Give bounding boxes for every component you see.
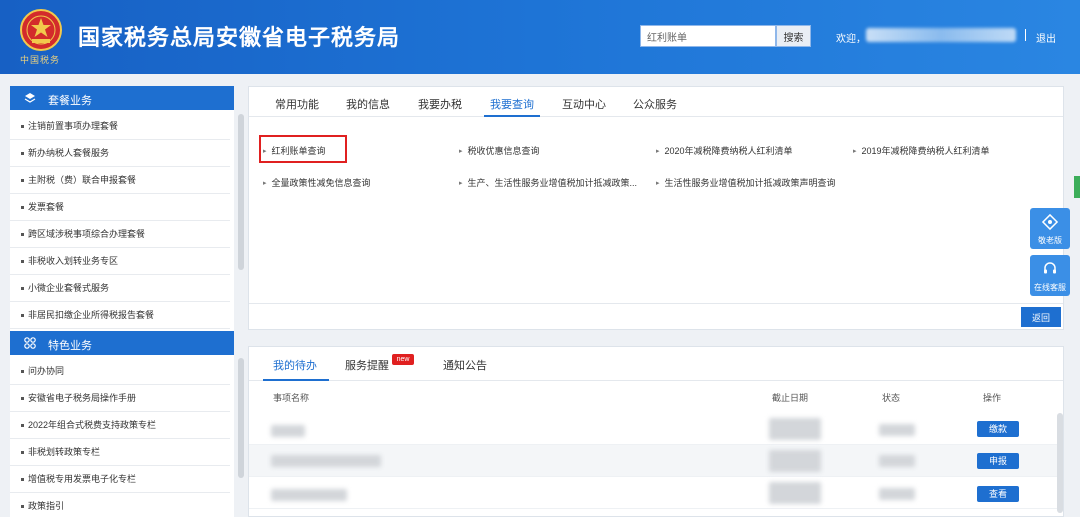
query-item-2019-dividend-list[interactable]: 2019年减税降费纳税人红利清单 (853, 144, 990, 157)
column-header-status: 状态 (882, 393, 901, 403)
sidebar-section-title: 特色业务 (48, 340, 92, 352)
sidebar-item[interactable]: 小微企业套餐式服务 (10, 275, 230, 302)
national-emblem-icon (20, 9, 62, 51)
sidebar-item[interactable]: 安徽省电子税务局操作手册 (10, 385, 230, 412)
table-row: 申报 (249, 445, 1057, 477)
view-button[interactable]: 查看 (977, 486, 1019, 502)
tab-query[interactable]: 我要查询 (490, 96, 534, 112)
query-item-vat-deduction-declaration[interactable]: 生活性服务业增值税加计抵减政策声明查询 (656, 176, 836, 189)
redacted-status (879, 455, 915, 467)
headset-icon (1044, 262, 1056, 274)
redacted-status (879, 424, 915, 436)
sidebar-item[interactable]: 注销前置事项办理套餐 (10, 113, 230, 140)
sidebar-item[interactable]: 新办纳税人套餐服务 (10, 140, 230, 167)
query-item-2020-dividend-list[interactable]: 2020年减税降费纳税人红利清单 (656, 144, 793, 157)
logout-link[interactable]: 退出 (1036, 30, 1056, 45)
column-header-name: 事项名称 (273, 393, 310, 403)
tab-my-info[interactable]: 我的信息 (346, 96, 390, 112)
redacted-status (879, 488, 915, 500)
elder-mode-icon (1042, 214, 1058, 230)
header-separator (1025, 29, 1026, 41)
pay-button[interactable]: 缴款 (977, 421, 1019, 437)
sidebar-item[interactable]: 增值税专用发票电子化专栏 (10, 466, 230, 493)
sidebar-item[interactable]: 发票套餐 (10, 194, 230, 221)
query-item-policy-exemption[interactable]: 全量政策性减免信息查询 (263, 176, 371, 189)
username-redacted (866, 28, 1016, 42)
sidebar-item[interactable]: 跨区域涉税事项综合办理套餐 (10, 221, 230, 248)
query-item-dividend-bill[interactable]: 红利账单查询 (263, 144, 326, 157)
todo-scrollbar[interactable] (1057, 413, 1063, 513)
search-button[interactable]: 搜索 (776, 25, 811, 47)
redacted-item-name (271, 455, 381, 467)
emblem-caption: 中国税务 (20, 56, 61, 66)
query-item-vat-deduction-policy[interactable]: 生产、生活性服务业增值税加计抵减政策... (459, 176, 638, 189)
sidebar-item[interactable]: 非税收入划转业务专区 (10, 248, 230, 275)
redacted-deadline (769, 450, 821, 472)
elder-mode-button[interactable]: 敬老版 (1030, 208, 1070, 249)
redacted-deadline (769, 482, 821, 504)
sidebar-item[interactable]: 主附税（费）联合申报套餐 (10, 167, 230, 194)
todo-panel: 我的待办 服务提醒 new 通知公告 事项名称 截止日期 状态 操作 缴款 申报… (248, 346, 1064, 517)
tab-my-todo[interactable]: 我的待办 (273, 357, 317, 373)
layers-icon (24, 93, 36, 103)
tab-notice[interactable]: 通知公告 (443, 357, 487, 373)
sidebar-section-feature[interactable]: 特色业务 (10, 331, 234, 355)
column-header-action: 操作 (983, 393, 1002, 403)
online-service-label: 在线客服 (1034, 283, 1066, 292)
table-row: 查看 (249, 477, 1057, 509)
panel-divider (249, 303, 1063, 304)
tab-interaction[interactable]: 互动中心 (562, 96, 606, 112)
sidebar-item[interactable]: 非居民扣缴企业所得税报告套餐 (10, 302, 230, 329)
sidebar-item[interactable]: 问办协同 (10, 358, 230, 385)
redacted-item-name (271, 489, 347, 501)
todo-tabs: 我的待办 服务提醒 new 通知公告 (249, 347, 1063, 381)
site-title: 国家税务总局安徽省电子税务局 (78, 25, 401, 50)
tab-common[interactable]: 常用功能 (275, 96, 319, 112)
elder-mode-label: 敬老版 (1038, 236, 1062, 245)
grid-icon (24, 337, 36, 349)
declare-button[interactable]: 申报 (977, 453, 1019, 469)
site-header: 中国税务 国家税务总局安徽省电子税务局 搜索 欢迎， 退出 (0, 0, 1080, 74)
sidebar-item[interactable]: 非税划转政策专栏 (10, 439, 230, 466)
query-item-tax-preference[interactable]: 税收优惠信息查询 (459, 144, 540, 157)
active-tab-indicator (263, 379, 329, 381)
tab-service-reminder[interactable]: 服务提醒 (345, 357, 389, 373)
sidebar-item[interactable]: 政策指引 (10, 493, 230, 517)
sidebar-section-title: 套餐业务 (48, 95, 92, 107)
sidebar-scrollbar[interactable] (238, 114, 244, 270)
sidebar: 套餐业务 注销前置事项办理套餐 新办纳税人套餐服务 主附税（费）联合申报套餐 发… (10, 86, 244, 517)
sidebar-scrollbar[interactable] (238, 358, 244, 478)
table-row: 缴款 (249, 413, 1057, 445)
page-scroll-marker (1074, 176, 1080, 198)
redacted-deadline (769, 418, 821, 440)
tab-tax-handling[interactable]: 我要办税 (418, 96, 462, 112)
welcome-text: 欢迎， (836, 34, 866, 45)
column-header-deadline: 截止日期 (772, 393, 809, 403)
search-input[interactable] (640, 25, 776, 47)
query-panel: 常用功能 我的信息 我要办税 我要查询 互动中心 公众服务 红利账单查询 税收优… (248, 86, 1064, 330)
main-tabs: 常用功能 我的信息 我要办税 我要查询 互动中心 公众服务 (249, 87, 1063, 117)
tab-public-service[interactable]: 公众服务 (633, 96, 677, 112)
back-button[interactable]: 返回 (1021, 307, 1061, 327)
sidebar-item[interactable]: 2022年组合式税费支持政策专栏 (10, 412, 230, 439)
new-badge: new (392, 354, 414, 365)
online-service-button[interactable]: 在线客服 (1030, 255, 1070, 296)
active-tab-indicator (484, 115, 540, 117)
sidebar-section-package[interactable]: 套餐业务 (10, 86, 234, 110)
redacted-item-name (271, 425, 305, 437)
